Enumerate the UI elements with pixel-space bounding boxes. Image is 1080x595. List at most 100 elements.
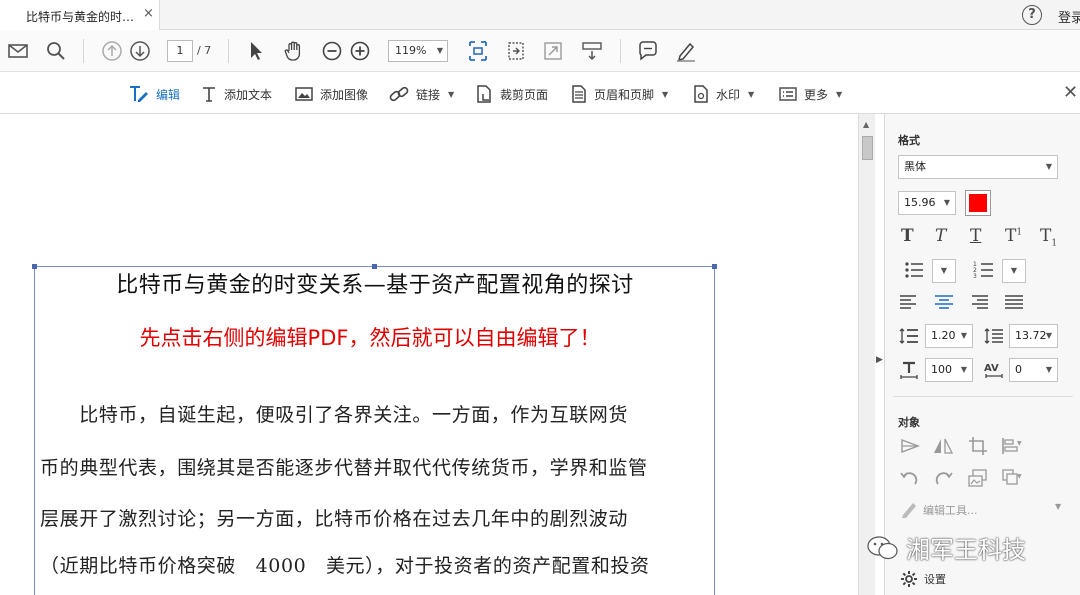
align-right-icon[interactable] [968, 292, 990, 312]
select-cursor-icon[interactable] [244, 39, 268, 63]
zoom-in-icon[interactable] [348, 39, 372, 63]
settings-button[interactable]: 设置 [900, 570, 946, 588]
panel-collapse-icon[interactable]: ▶ [876, 355, 883, 365]
edit-button-label: 编辑 [156, 87, 181, 102]
chevron-down-icon: ▼ [1045, 365, 1052, 374]
rotate-left-icon[interactable] [899, 468, 921, 488]
paragraph-line[interactable]: 币的典型代表，围绕其是否能逐步代替并取代代传统货币，学界和监管 [40, 453, 720, 480]
more-label: 更多 [804, 87, 829, 102]
mail-icon[interactable] [6, 39, 30, 63]
edit-instruction-text[interactable]: 先点击右侧的编辑PDF，然后就可以自由编辑了！ [0, 322, 740, 352]
vertical-scrollbar[interactable]: ▲ [858, 114, 875, 595]
chevron-down-icon: ▼ [960, 331, 967, 340]
crop-pages-button[interactable]: 裁剪页面 [474, 83, 548, 105]
format-heading: 格式 [898, 134, 920, 147]
horizontal-scale-select[interactable]: 100 ▼ [925, 358, 973, 382]
superscript-icon[interactable]: T1 [1005, 226, 1022, 246]
edit-tool-pencil-icon[interactable] [899, 499, 921, 519]
scroll-up-icon[interactable]: ▲ [863, 120, 869, 129]
wechat-watermark: 湘军王科技 [866, 530, 1026, 565]
link-button[interactable]: 链接 ▼ [388, 83, 454, 105]
edit-pdf-toolbar: 编辑 添加文本 添加图像 链接 ▼ 裁剪页面 页眉和页脚 ▼ 水印 ▼ 更多 ▼… [0, 72, 1080, 114]
justify-icon[interactable] [1003, 292, 1025, 312]
watermark-button[interactable]: 水印 ▼ [692, 83, 754, 105]
add-text-button[interactable]: 添加文本 [200, 83, 272, 105]
italic-text-icon[interactable]: T [935, 226, 946, 246]
bullet-list-dropdown[interactable]: ▼ [932, 259, 956, 283]
header-footer-button[interactable]: 页眉和页脚 ▼ [570, 83, 668, 105]
flip-horizontal-icon[interactable] [932, 436, 954, 456]
horizontal-scale-icon[interactable] [898, 360, 920, 380]
add-text-label: 添加文本 [224, 87, 273, 102]
search-icon[interactable] [44, 39, 68, 63]
align-left-icon[interactable] [898, 292, 920, 312]
paragraph-spacing-icon[interactable] [983, 326, 1005, 346]
document-tab[interactable]: 比特币与黄金的时… × [0, 0, 160, 30]
paragraph-line[interactable]: 层展开了激烈讨论；另一方面，比特币价格在过去几年中的剧烈波动 [40, 504, 720, 531]
document-title[interactable]: 比特币与黄金的时变关系—基于资产配置视角的探讨 [0, 267, 750, 299]
bullet-list-icon[interactable] [903, 260, 925, 280]
edit-tool-label[interactable]: 编辑工具... [923, 502, 978, 518]
subscript-icon[interactable]: T1 [1040, 226, 1057, 248]
chevron-down-icon: ▼ [1045, 331, 1052, 340]
chevron-down-icon: ▼ [448, 89, 455, 99]
character-spacing-icon[interactable]: AV [983, 360, 1005, 380]
hand-tool-icon[interactable] [282, 39, 306, 63]
edit-text-icon [130, 86, 148, 102]
underline-text-icon[interactable]: T [970, 226, 981, 246]
add-image-button[interactable]: 添加图像 [294, 83, 368, 105]
align-objects-icon[interactable]: ▼ [1001, 436, 1023, 456]
tab-title: 比特币与黄金的时… [26, 10, 135, 24]
more-options-icon [779, 87, 797, 101]
numbered-list-dropdown[interactable]: ▼ [1002, 259, 1026, 283]
crop-icon[interactable] [967, 436, 989, 456]
align-center-icon[interactable] [933, 292, 955, 312]
link-icon [389, 86, 409, 102]
fit-page-icon[interactable] [466, 39, 490, 63]
text-selection-box[interactable] [34, 266, 715, 595]
flip-vertical-icon[interactable] [899, 436, 921, 456]
font-color-fill [969, 194, 987, 212]
zoom-select[interactable]: 119% ▼ [388, 40, 448, 62]
close-edit-toolbar-icon[interactable]: ✕ [1063, 82, 1078, 103]
next-page-icon[interactable] [128, 39, 152, 63]
paragraph-spacing-select[interactable]: 13.72 ▼ [1009, 324, 1058, 348]
paragraph-line[interactable]: 比特币，自诞生起，便吸引了各界关注。一方面，作为互联网货 [40, 400, 720, 427]
chevron-down-icon: ▼ [748, 89, 755, 99]
page-total: / 7 [197, 44, 212, 57]
more-button[interactable]: 更多 ▼ [778, 83, 842, 105]
link-label: 链接 [416, 87, 441, 102]
line-spacing-select[interactable]: 1.20 ▼ [925, 324, 973, 348]
rotate-right-icon[interactable] [932, 468, 954, 488]
highlight-pen-icon[interactable] [674, 39, 698, 63]
font-color-swatch[interactable] [965, 190, 991, 216]
zoom-out-icon[interactable] [320, 39, 344, 63]
watermark-text: 湘军王科技 [906, 536, 1026, 564]
svg-text:3: 3 [973, 273, 977, 280]
paragraph-line[interactable]: （近期比特币价格突破 4000 美元），对于投资者的资产配置和投资 [40, 551, 720, 578]
line-spacing-icon[interactable] [898, 326, 920, 346]
font-size-select[interactable]: 15.96 ▼ [898, 191, 956, 215]
previous-page-icon[interactable] [100, 39, 124, 63]
page-number-input[interactable]: 1 [167, 40, 193, 62]
rotate-page-icon[interactable] [504, 39, 528, 63]
full-screen-icon[interactable] [541, 39, 565, 63]
tab-close-icon[interactable]: × [143, 6, 154, 21]
numbered-list-icon[interactable]: 123 [973, 260, 995, 280]
edit-button[interactable]: 编辑 [128, 83, 180, 105]
bold-text-icon[interactable]: T [901, 226, 914, 246]
replace-image-icon[interactable] [967, 468, 989, 488]
add-image-label: 添加图像 [320, 87, 369, 102]
chevron-down-icon: ▼ [960, 365, 967, 374]
character-spacing-select[interactable]: 0 ▼ [1009, 358, 1058, 382]
comment-icon[interactable] [636, 39, 660, 63]
login-link[interactable]: 登录 [1058, 7, 1080, 26]
header-footer-label: 页眉和页脚 [594, 87, 655, 102]
help-icon[interactable]: ? [1022, 5, 1042, 25]
scroll-thumb[interactable] [862, 136, 873, 160]
arrange-icon[interactable]: ▼ [1001, 468, 1023, 488]
font-family-select[interactable]: 黑体 ▼ [898, 155, 1058, 179]
scroll-mode-icon[interactable] [580, 39, 604, 63]
tab-bar: 比特币与黄金的时… × ? 登录 [0, 0, 1080, 30]
watermark-page-icon [694, 85, 708, 103]
